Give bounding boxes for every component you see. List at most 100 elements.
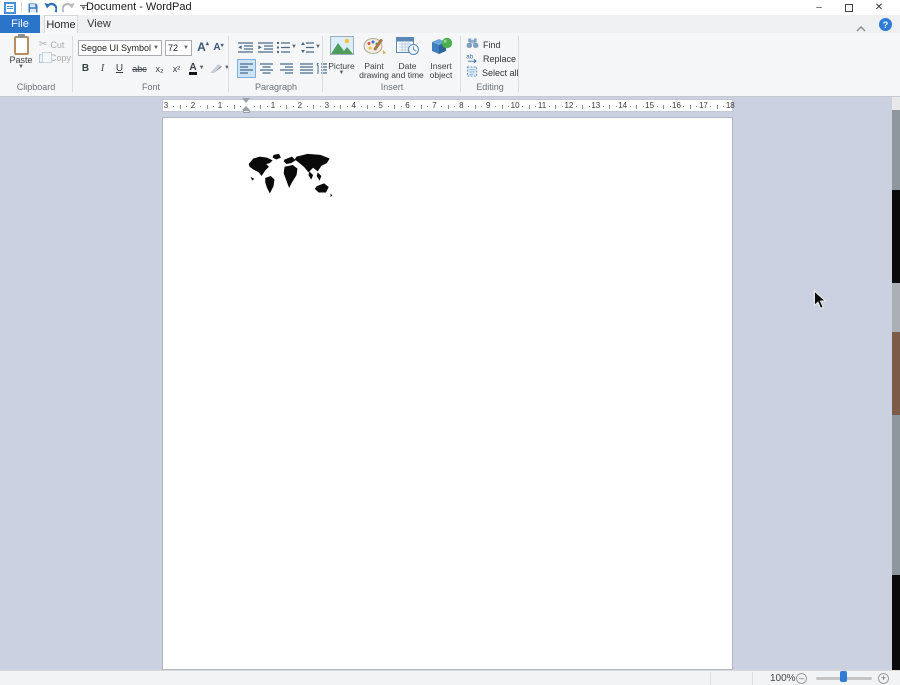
superscript-button[interactable]: x² <box>169 60 184 77</box>
ruler-number: 3 <box>164 101 168 111</box>
text-color-button[interactable]: A ▼ <box>186 60 208 77</box>
ruler-tick <box>710 106 711 107</box>
ruler-number: 15 <box>645 101 654 111</box>
ruler-tick <box>307 106 308 107</box>
insert-object-label: Insert object <box>425 62 457 80</box>
mouse-cursor <box>813 290 827 315</box>
shrink-font-label: A <box>213 42 220 53</box>
select-all-button[interactable]: Select all <box>466 66 519 79</box>
undo-icon[interactable] <box>44 1 57 14</box>
group-separator <box>460 36 461 92</box>
help-icon[interactable]: ? <box>879 18 892 31</box>
ruler-number: 10 <box>511 101 520 111</box>
grow-font-button[interactable]: A▴ <box>196 38 210 55</box>
align-left-button[interactable] <box>237 59 256 78</box>
paste-button[interactable]: Paste ▼ <box>6 35 36 81</box>
group-separator <box>518 36 519 92</box>
replace-button[interactable]: ab Replace <box>466 52 516 65</box>
maximize-button[interactable] <box>834 0 864 15</box>
zoom-in-button[interactable]: + <box>878 673 889 684</box>
italic-button[interactable]: I <box>95 60 110 77</box>
ruler-tick <box>240 106 241 107</box>
tab-file[interactable]: File <box>0 15 40 33</box>
ruler-tick <box>394 105 395 109</box>
date-and-time-label: Date and time <box>391 62 424 80</box>
cut-button[interactable]: ✂ Cut <box>39 39 64 50</box>
chevron-down-icon: ▼ <box>224 66 230 71</box>
ruler-tick <box>696 106 697 107</box>
save-icon[interactable] <box>27 1 39 14</box>
first-line-indent-marker[interactable] <box>242 98 250 103</box>
ruler-number: 2 <box>298 101 302 111</box>
left-indent-marker[interactable] <box>243 110 250 113</box>
align-center-button[interactable] <box>257 59 276 78</box>
ruler-tick <box>683 106 684 107</box>
wordpad-app-icon[interactable] <box>4 1 16 14</box>
paragraph-group-label: Paragraph <box>230 82 322 92</box>
zoom-slider-thumb[interactable] <box>840 671 847 682</box>
ribbon-tab-row: File Home View ? <box>0 15 900 33</box>
ruler-tick <box>508 106 509 107</box>
ruler-number: 17 <box>699 101 708 111</box>
ruler-tick <box>227 106 228 107</box>
scissors-icon: ✂ <box>39 39 47 50</box>
justify-button[interactable] <box>297 59 316 78</box>
ruler-number: 8 <box>459 101 463 111</box>
ruler-tick <box>609 105 610 109</box>
line-spacing-button[interactable]: ▼ <box>300 39 322 56</box>
ruler-tick <box>475 105 476 109</box>
decrease-indent-button[interactable] <box>236 39 254 56</box>
font-family-value: Segoe UI Symbol <box>81 43 151 53</box>
underline-button[interactable]: U <box>112 60 127 77</box>
text-color-letter: A <box>189 63 196 75</box>
ruler-tick <box>320 106 321 107</box>
font-size-value: 72 <box>168 43 178 53</box>
increase-indent-button[interactable] <box>256 39 274 56</box>
ruler-tick <box>717 105 718 109</box>
replace-label: Replace <box>483 54 516 64</box>
subscript-button[interactable]: x₂ <box>152 60 167 77</box>
tab-home[interactable]: Home <box>44 15 78 33</box>
ruler-tick <box>636 105 637 109</box>
font-family-combobox[interactable]: Segoe UI Symbol ▼ <box>78 40 162 56</box>
ruler-number: 18 <box>726 101 735 111</box>
ruler-tick <box>374 106 375 107</box>
align-right-button[interactable] <box>277 59 296 78</box>
ruler-tick <box>267 106 268 107</box>
caret-up-icon: ▴ <box>206 40 209 47</box>
ruler-tick <box>293 106 294 107</box>
chevron-down-icon: ▼ <box>291 45 297 50</box>
ruler-number: 3 <box>325 101 329 111</box>
ruler-number: 1 <box>218 101 222 111</box>
redo-icon[interactable] <box>62 1 75 14</box>
svg-text:ab: ab <box>466 53 474 60</box>
close-button[interactable]: ✕ <box>864 0 894 15</box>
ruler-tick <box>213 106 214 107</box>
insert-object-button[interactable]: Insert object <box>425 36 457 88</box>
minimize-button[interactable]: – <box>804 0 834 15</box>
font-size-combobox[interactable]: 72 ▼ <box>165 40 192 56</box>
shrink-font-button[interactable]: A▾ <box>212 39 225 56</box>
font-group-label: Font <box>74 82 228 92</box>
zoom-out-button[interactable]: – <box>796 673 807 684</box>
ruler-tick <box>186 106 187 107</box>
copy-button[interactable]: Copy <box>39 53 71 63</box>
tab-view[interactable]: View <box>82 15 116 33</box>
ruler-tick <box>401 106 402 107</box>
find-label: Find <box>483 40 501 50</box>
strikethrough-button[interactable]: abc <box>129 60 150 77</box>
status-bar: 100% – + <box>0 670 900 685</box>
ruler-tick <box>643 106 644 107</box>
paint-drawing-label: Paint drawing <box>358 62 390 80</box>
picture-button[interactable]: Picture ▼ <box>326 36 357 88</box>
ruler-tick <box>576 106 577 107</box>
document-page[interactable] <box>162 117 733 670</box>
replace-icon: ab <box>466 52 479 65</box>
bold-button[interactable]: B <box>78 60 93 77</box>
ruler-tick <box>495 106 496 107</box>
paint-palette-icon <box>363 36 386 60</box>
find-button[interactable]: Find <box>466 38 501 51</box>
date-and-time-button[interactable]: Date and time <box>391 36 424 88</box>
paint-drawing-button[interactable]: Paint drawing <box>358 36 390 88</box>
list-button[interactable]: ▼ <box>276 39 298 56</box>
